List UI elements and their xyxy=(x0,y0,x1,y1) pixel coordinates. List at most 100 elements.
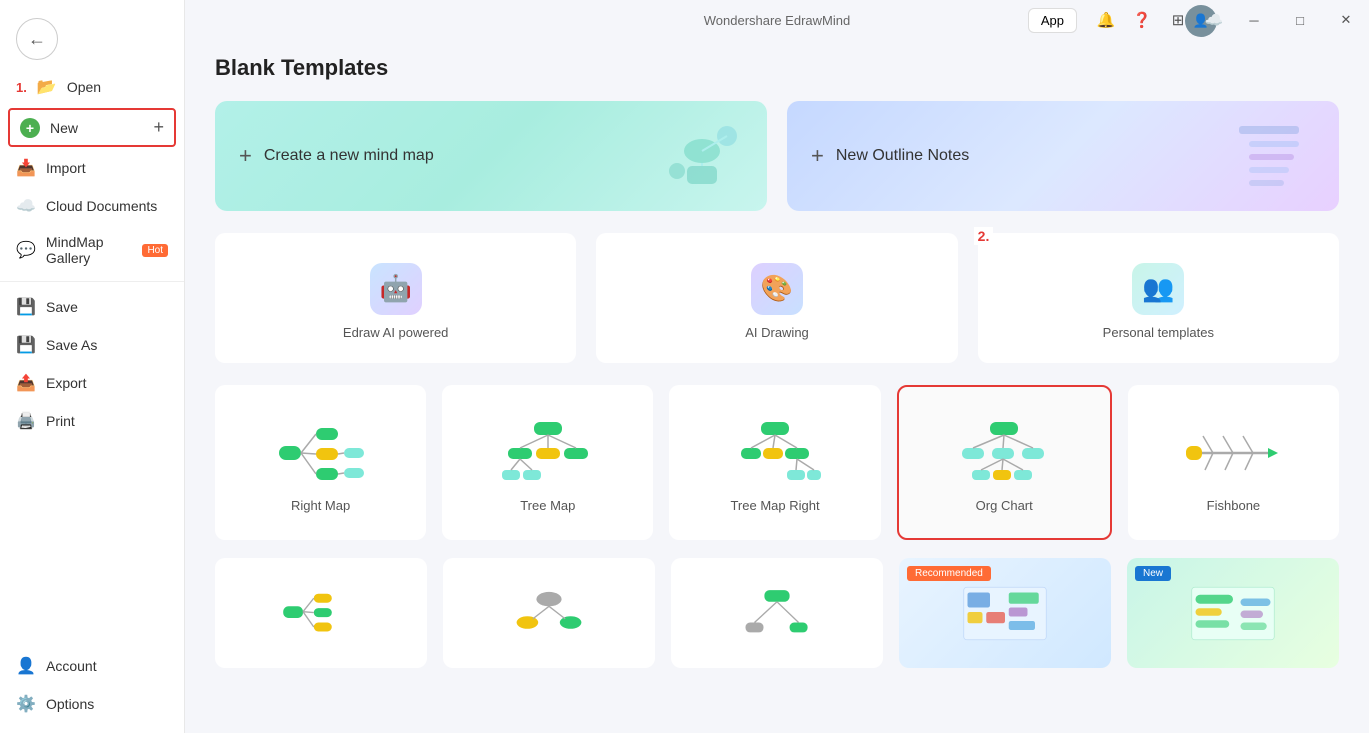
hot-badge: Hot xyxy=(142,244,168,257)
sidebar-item-cloud[interactable]: ☁️ Cloud Documents xyxy=(0,187,184,225)
sidebar-item-label: Save xyxy=(46,299,78,315)
card-label: AI Drawing xyxy=(745,325,809,340)
grid-icon[interactable]: ⊞ xyxy=(1163,5,1193,35)
fishbone-card[interactable]: Fishbone xyxy=(1128,385,1339,540)
recommended-badge: Recommended xyxy=(907,566,991,581)
plus-icon: + xyxy=(153,117,164,138)
ai-drawing-icon: 🎨 xyxy=(751,263,803,315)
share-icon[interactable]: ☁️ xyxy=(1199,5,1229,35)
plus-icon: + xyxy=(811,143,824,169)
tree-map-svg xyxy=(498,418,598,488)
fishbone-svg xyxy=(1183,418,1283,488)
recommended-card[interactable]: Recommended xyxy=(899,558,1111,668)
sidebar-item-label: New xyxy=(50,120,78,136)
sidebar-item-print[interactable]: 🖨️ Print xyxy=(0,402,184,440)
personal-templates-card[interactable]: 2. 👥 Personal templates xyxy=(978,233,1339,363)
step-badge: 1. xyxy=(16,80,27,95)
minimize-button[interactable]: ─ xyxy=(1231,0,1277,40)
cloud-icon: ☁️ xyxy=(16,196,36,216)
personal-templates-icon: 👥 xyxy=(1132,263,1184,315)
edraw-ai-card[interactable]: 🤖 Edraw AI powered xyxy=(215,233,576,363)
right-map-card[interactable]: Right Map xyxy=(215,385,426,540)
new-template-card[interactable]: New xyxy=(1127,558,1339,668)
map-label: Right Map xyxy=(291,498,350,513)
sidebar: ← 1. 📂 Open + New + 📥 Import ☁️ Cloud Do… xyxy=(0,0,185,733)
sidebar-item-label: Open xyxy=(67,79,101,95)
map-label: Fishbone xyxy=(1207,498,1260,513)
sidebar-item-account[interactable]: 👤 Account xyxy=(0,647,184,685)
import-icon: 📥 xyxy=(16,158,36,178)
hero-row: + Create a new mind map + New Outline No… xyxy=(215,101,1339,211)
org-chart-svg xyxy=(954,418,1054,488)
sidebar-item-gallery[interactable]: 💬 MindMap Gallery Hot xyxy=(0,225,184,275)
org-chart-card[interactable]: Org Chart xyxy=(897,385,1112,540)
bottom-card-2[interactable] xyxy=(443,558,655,668)
bell-icon[interactable]: 🔔 xyxy=(1091,5,1121,35)
step-2-badge: 2. xyxy=(974,227,994,245)
sidebar-item-export[interactable]: 📤 Export xyxy=(0,364,184,402)
save-icon: 💾 xyxy=(16,297,36,317)
bottom-card-1[interactable] xyxy=(215,558,427,668)
bottom-card-1-svg xyxy=(276,586,366,641)
sidebar-bottom: 👤 Account ⚙️ Options xyxy=(0,647,184,723)
plus-icon: + xyxy=(239,143,252,169)
sidebar-item-label: Import xyxy=(46,160,86,176)
sidebar-item-label: Cloud Documents xyxy=(46,198,157,214)
sidebar-item-label: Print xyxy=(46,413,75,429)
print-icon: 🖨️ xyxy=(16,411,36,431)
sidebar-item-label: Save As xyxy=(46,337,97,353)
map-label: Org Chart xyxy=(976,498,1033,513)
sidebar-item-save[interactable]: 💾 Save xyxy=(0,288,184,326)
bottom-card-3-svg xyxy=(732,586,822,641)
outline-deco xyxy=(1229,116,1319,196)
close-button[interactable]: ✕ xyxy=(1323,0,1369,40)
ai-drawing-card[interactable]: 🎨 AI Drawing xyxy=(596,233,957,363)
new-outline-card[interactable]: + New Outline Notes xyxy=(787,101,1339,211)
sidebar-item-options[interactable]: ⚙️ Options xyxy=(0,685,184,723)
window-controls: ─ □ ✕ xyxy=(1231,0,1369,40)
bottom-card-2-svg xyxy=(504,586,594,641)
back-button[interactable]: ← xyxy=(16,18,58,60)
sidebar-item-label: Options xyxy=(46,696,94,712)
gallery-icon: 💬 xyxy=(16,240,36,260)
bottom-card-3[interactable] xyxy=(671,558,883,668)
maximize-button[interactable]: □ xyxy=(1277,0,1323,40)
help-icon[interactable]: ❓ xyxy=(1127,5,1157,35)
create-mind-map-card[interactable]: + Create a new mind map xyxy=(215,101,767,211)
sidebar-item-open[interactable]: 1. 📂 Open xyxy=(0,68,184,106)
page-title: Blank Templates xyxy=(215,55,1339,81)
app-button[interactable]: App xyxy=(1028,8,1077,33)
map-cards-row: Right Map Tree Map xyxy=(215,385,1339,540)
tree-map-card[interactable]: Tree Map xyxy=(442,385,653,540)
open-icon: 📂 xyxy=(37,77,57,97)
sidebar-item-label: Account xyxy=(46,658,97,674)
recommended-svg xyxy=(960,581,1050,646)
saveas-icon: 💾 xyxy=(16,335,36,355)
hero-card-label: Create a new mind map xyxy=(264,147,434,165)
map-label: Tree Map xyxy=(520,498,575,513)
new-badge: New xyxy=(1135,566,1171,581)
card-label: Edraw AI powered xyxy=(343,325,449,340)
edraw-ai-icon: 🤖 xyxy=(370,263,422,315)
template-row: 🤖 Edraw AI powered 🎨 AI Drawing 2. 👥 Per… xyxy=(215,233,1339,363)
right-map-svg xyxy=(271,418,371,488)
tree-map-right-card[interactable]: Tree Map Right xyxy=(669,385,880,540)
account-icon: 👤 xyxy=(16,656,36,676)
header-icons: App 🔔 ❓ ⊞ ☁️ xyxy=(1028,5,1229,35)
options-icon: ⚙️ xyxy=(16,694,36,714)
sidebar-item-label: Export xyxy=(46,375,86,391)
sidebar-item-new[interactable]: + New + xyxy=(8,108,176,147)
sidebar-item-saveas[interactable]: 💾 Save As xyxy=(0,326,184,364)
hero-card-label: New Outline Notes xyxy=(836,147,969,165)
export-icon: 📤 xyxy=(16,373,36,393)
sidebar-item-label: MindMap Gallery xyxy=(46,234,129,266)
map-label: Tree Map Right xyxy=(730,498,819,513)
new-circle-icon: + xyxy=(20,118,40,138)
app-title: Wondershare EdrawMind xyxy=(704,13,850,28)
sidebar-item-import[interactable]: 📥 Import xyxy=(0,149,184,187)
bottom-row: Recommended New xyxy=(215,558,1339,668)
new-template-svg xyxy=(1188,581,1278,646)
main-content: Blank Templates + Create a new mind map … xyxy=(185,0,1369,733)
card-label: Personal templates xyxy=(1103,325,1214,340)
mind-map-deco xyxy=(657,116,747,196)
